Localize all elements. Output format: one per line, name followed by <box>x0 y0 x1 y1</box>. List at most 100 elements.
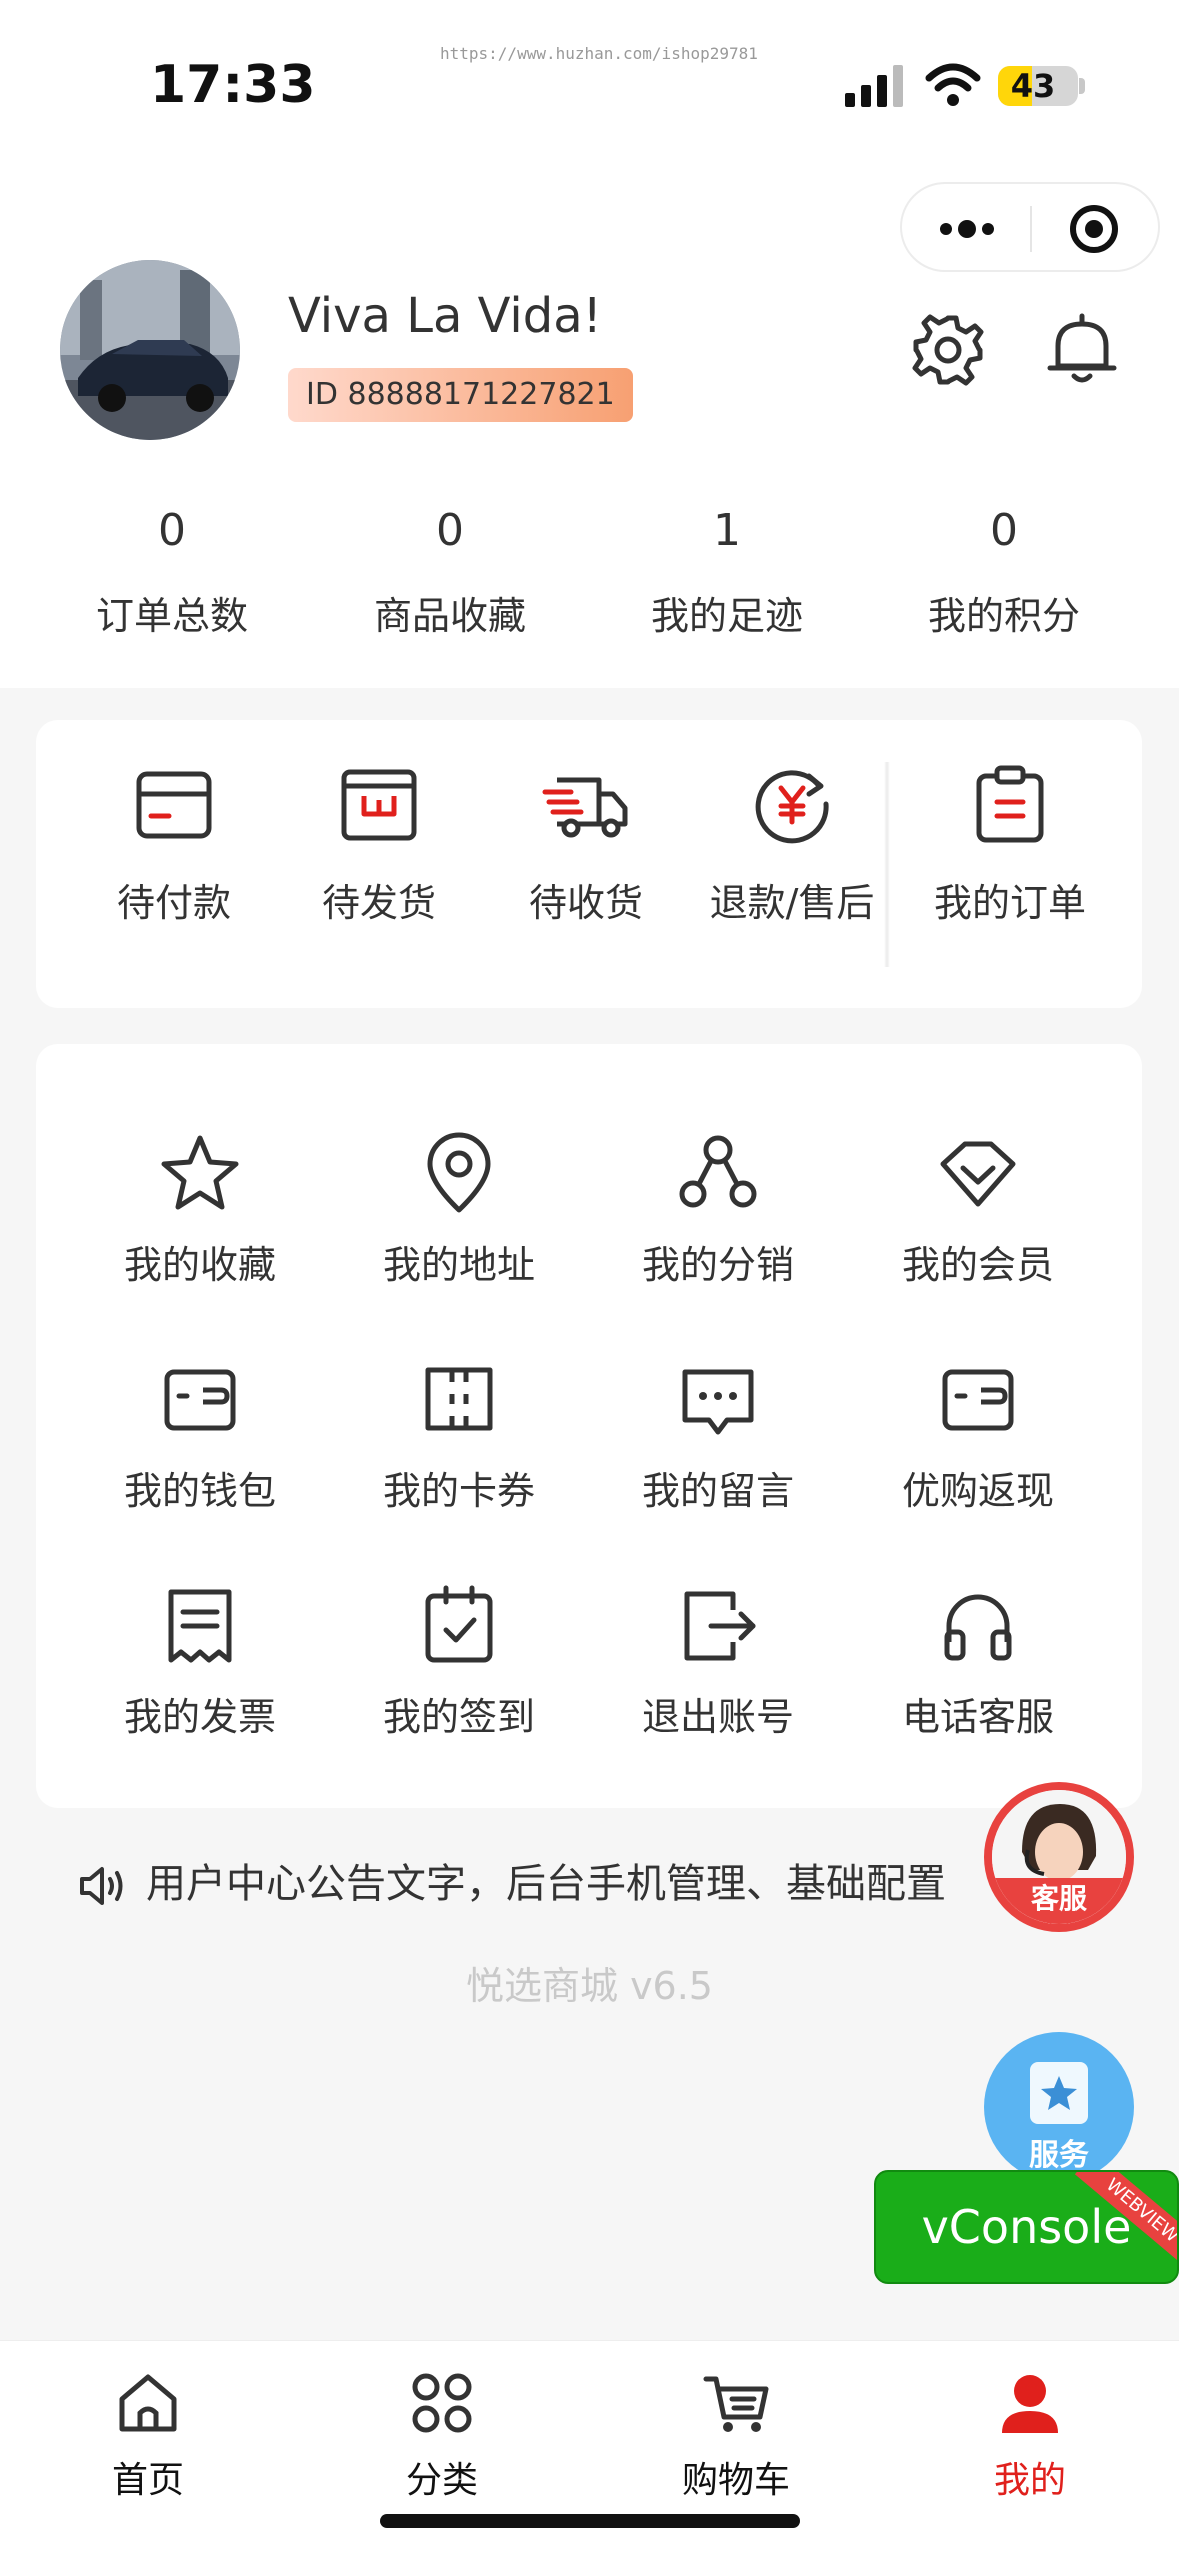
order-pending-payment[interactable]: 待付款 <box>74 760 274 927</box>
tab-mine[interactable]: 我的 <box>930 2367 1130 2503</box>
user-id-badge: ID 88888171227821 <box>288 368 633 422</box>
stat-favorites[interactable]: 0 商品收藏 <box>320 505 580 640</box>
avatar[interactable] <box>60 260 240 440</box>
status-time: 17:33 <box>150 55 316 115</box>
checkin-calendar-icon <box>425 1585 493 1663</box>
order-pending-shipment[interactable]: 待发货 <box>279 760 479 927</box>
service-wallet[interactable]: 我的钱包 <box>90 1356 310 1515</box>
vconsole-label: vConsole <box>921 2200 1132 2254</box>
logout-icon <box>684 1591 756 1661</box>
home-indicator <box>380 2514 800 2528</box>
service-label: 我的收藏 <box>123 1243 276 1287</box>
url-watermark: https://www.huzhan.com/ishop29781 <box>440 44 758 63</box>
home-icon <box>119 2374 177 2432</box>
notice-bar[interactable]: 用户中心公告文字，后台手机管理、基础配置 <box>78 1856 946 1912</box>
tab-label: 首页 <box>111 2460 184 2501</box>
capsule-divider <box>1030 206 1032 252</box>
signal-icon <box>845 65 903 107</box>
battery-tip <box>1079 78 1085 94</box>
battery-level: 43 <box>1010 67 1056 105</box>
service-label: 我的留言 <box>641 1469 794 1513</box>
order-label: 待发货 <box>321 881 436 925</box>
service-label: 我的卡券 <box>382 1469 535 1513</box>
cart-icon <box>703 2376 769 2432</box>
tab-category[interactable]: 分类 <box>342 2367 542 2503</box>
service-checkin[interactable]: 我的签到 <box>349 1582 569 1741</box>
stat-points[interactable]: 0 我的积分 <box>874 505 1134 640</box>
order-pending-receipt[interactable]: 待收货 <box>486 760 686 927</box>
cashback-wallet-icon <box>942 1369 1014 1431</box>
user-icon <box>1002 2375 1058 2433</box>
service-label: 我的钱包 <box>123 1469 276 1513</box>
service-messages[interactable]: 我的留言 <box>608 1356 828 1515</box>
order-divider <box>884 762 890 967</box>
stat-value: 0 <box>990 505 1018 556</box>
coupon-icon <box>425 1367 493 1431</box>
my-orders[interactable]: 我的订单 <box>910 760 1110 927</box>
more-dots-icon[interactable] <box>932 208 1002 250</box>
miniprogram-capsule <box>900 182 1160 272</box>
stat-label: 订单总数 <box>95 594 248 638</box>
gear-icon[interactable] <box>908 310 988 390</box>
service-coupons[interactable]: 我的卡券 <box>349 1356 569 1515</box>
clipboard-icon <box>976 765 1044 843</box>
stat-value: 0 <box>158 505 186 556</box>
stat-value: 1 <box>713 505 741 556</box>
refund-yen-icon <box>755 770 829 844</box>
services-card: 我的收藏 我的地址 我的分销 我的会员 我的钱包 我的卡券 我的留言 优购返现 … <box>36 1044 1142 1808</box>
my-orders-label: 我的订单 <box>933 881 1086 925</box>
order-label: 待付款 <box>116 881 231 925</box>
service-favorites[interactable]: 我的收藏 <box>90 1130 310 1289</box>
fuwu-label: 服务 <box>1029 2138 1089 2173</box>
wallet-card-icon <box>136 771 212 839</box>
service-membership[interactable]: 我的会员 <box>868 1130 1088 1289</box>
stat-footprints[interactable]: 1 我的足迹 <box>597 505 857 640</box>
tab-label: 我的 <box>993 2460 1066 2501</box>
order-refund[interactable]: 退款/售后 <box>692 760 892 927</box>
kefu-label: 客服 <box>992 1878 1126 1924</box>
message-icon <box>682 1369 754 1435</box>
service-label: 我的签到 <box>382 1695 535 1739</box>
tab-label: 购物车 <box>681 2460 790 2501</box>
tab-label: 分类 <box>405 2460 478 2501</box>
service-label: 我的发票 <box>123 1695 276 1739</box>
diamond-icon <box>940 1141 1016 1207</box>
stat-value: 0 <box>436 505 464 556</box>
service-phone-support[interactable]: 电话客服 <box>868 1582 1088 1741</box>
order-label: 待收货 <box>528 881 643 925</box>
service-invoice[interactable]: 我的发票 <box>90 1582 310 1741</box>
stat-label: 我的积分 <box>927 594 1080 638</box>
battery-indicator: 43 <box>998 66 1078 106</box>
service-address[interactable]: 我的地址 <box>349 1130 569 1289</box>
bell-icon[interactable] <box>1042 310 1122 390</box>
orders-card: 待付款 待发货 待收货 退款/售后 我的订单 <box>36 720 1142 1008</box>
notice-text: 用户中心公告文字，后台手机管理、基础配置 <box>146 1861 946 1907</box>
speaker-icon <box>80 1867 123 1905</box>
service-label: 优购返现 <box>901 1469 1054 1513</box>
service-label: 我的分销 <box>641 1243 794 1287</box>
target-close-icon[interactable] <box>1064 204 1124 254</box>
service-cashback[interactable]: 优购返现 <box>868 1356 1088 1515</box>
stat-label: 商品收藏 <box>373 594 526 638</box>
stat-order-total[interactable]: 0 订单总数 <box>42 505 302 640</box>
stat-label: 我的足迹 <box>650 594 803 638</box>
wallet-icon <box>164 1369 236 1431</box>
tab-home[interactable]: 首页 <box>48 2367 248 2503</box>
invoice-icon <box>168 1589 232 1663</box>
category-grid-icon <box>412 2373 472 2433</box>
tab-cart[interactable]: 购物车 <box>636 2367 836 2503</box>
service-label: 退出账号 <box>641 1695 794 1739</box>
service-float-button[interactable]: 服务 <box>984 2032 1134 2182</box>
location-pin-icon <box>427 1132 491 1213</box>
app-version: 悦选商城 v6.5 <box>465 1964 713 2008</box>
box-w-icon <box>341 769 417 841</box>
customer-service-float[interactable]: 客服 <box>984 1782 1134 1932</box>
headset-icon <box>944 1594 1012 1661</box>
service-label: 我的会员 <box>901 1243 1054 1287</box>
service-distribution[interactable]: 我的分销 <box>608 1130 828 1289</box>
vconsole-button[interactable]: vConsole WEBVIEW <box>874 2170 1179 2284</box>
share-nodes-icon <box>679 1135 757 1208</box>
service-logout[interactable]: 退出账号 <box>608 1582 828 1741</box>
order-label: 退款/售后 <box>709 881 875 925</box>
service-card-icon <box>1030 2062 1088 2124</box>
